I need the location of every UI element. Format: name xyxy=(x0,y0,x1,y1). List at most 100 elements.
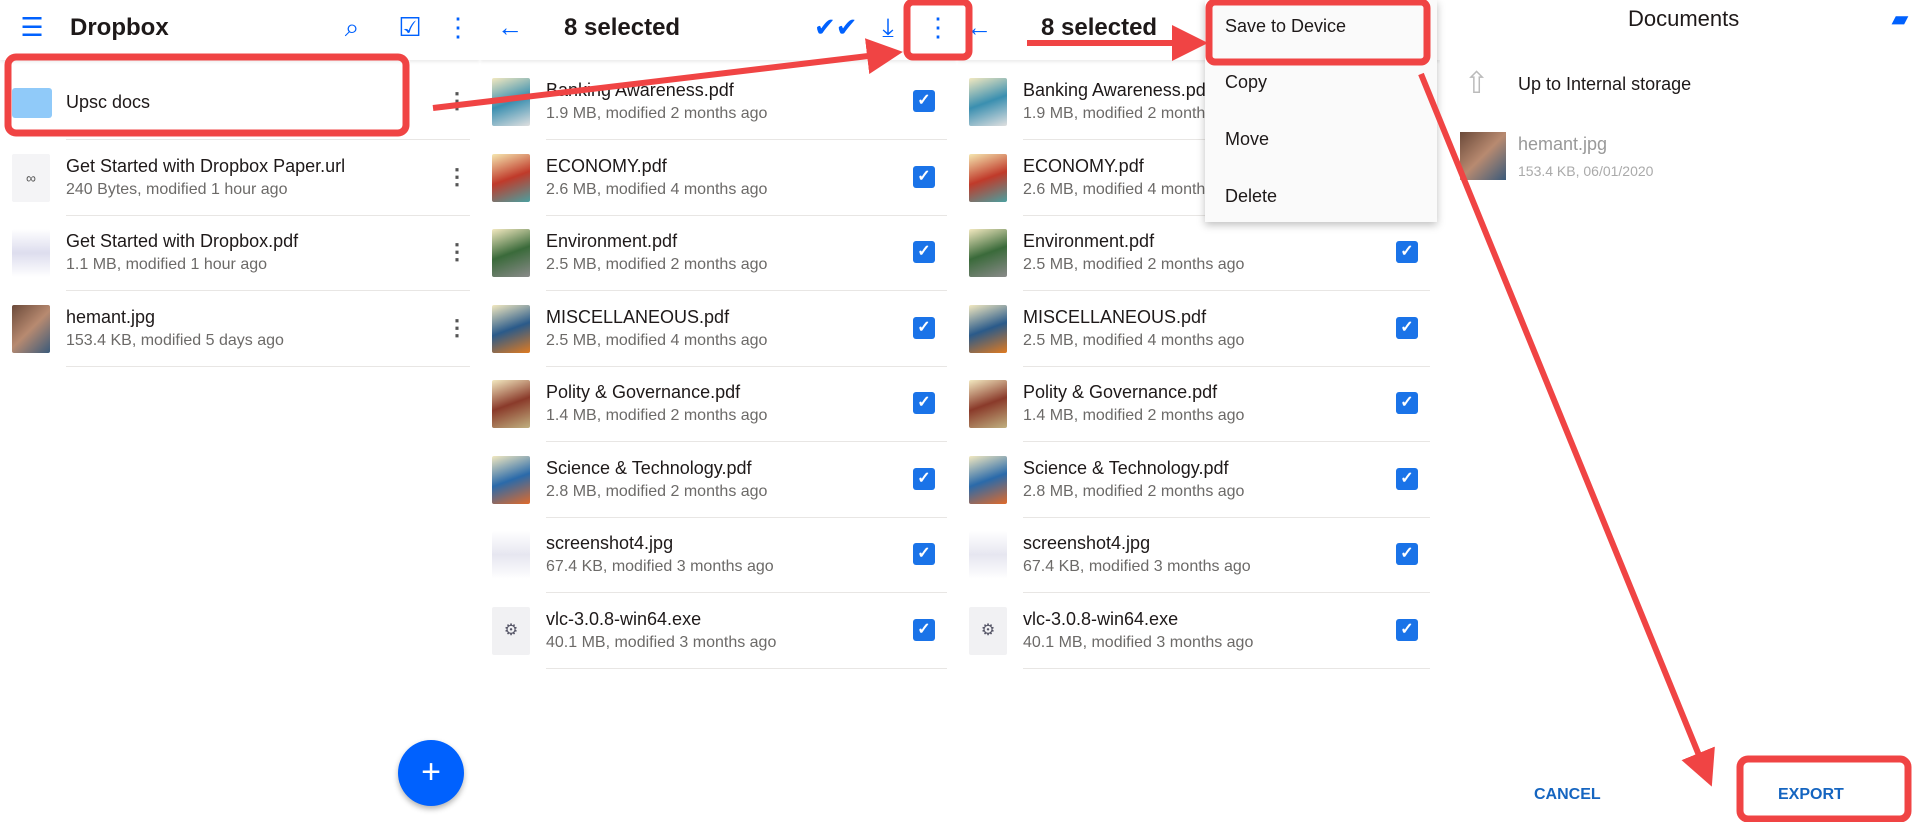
file-thumbnail xyxy=(492,78,530,126)
checkbox-checked[interactable]: ✓ xyxy=(913,543,935,565)
checkbox-checked[interactable]: ✓ xyxy=(1396,241,1418,263)
file-thumbnail xyxy=(969,531,1007,579)
back-icon[interactable]: ← xyxy=(494,12,526,42)
file-name: hemant.jpg xyxy=(1518,134,1608,154)
file-row[interactable]: screenshot4.jpg 67.4 KB, modified 3 mont… xyxy=(480,517,957,593)
file-row[interactable]: screenshot4.jpg 67.4 KB, modified 3 mont… xyxy=(957,517,1440,593)
file-meta: 2.5 MB, modified 2 months ago xyxy=(1023,256,1245,273)
image-icon xyxy=(12,304,50,353)
file-row[interactable]: MISCELLANEOUS.pdf 2.5 MB, modified 4 mon… xyxy=(957,291,1440,367)
item-name: Upsc docs xyxy=(66,92,151,112)
checkbox-checked[interactable]: ✓ xyxy=(1396,316,1418,339)
file-name: Banking Awareness.pdf xyxy=(1023,80,1211,100)
file-meta: 2.5 MB, modified 2 months ago xyxy=(546,256,768,273)
file-meta: 40.1 MB, modified 3 months ago xyxy=(546,633,777,651)
checkbox-checked[interactable]: ✓ xyxy=(913,392,935,414)
item-name: Get Started with Dropbox.pdf xyxy=(66,231,299,251)
checkbox-checked[interactable]: ✓ xyxy=(913,618,935,641)
search-icon[interactable]: ⌕ xyxy=(336,12,368,42)
folder-row[interactable]: Upsc docs ⋮ xyxy=(0,64,480,140)
item-name: Get Started with Dropbox Paper.url xyxy=(66,155,346,176)
item-meta: 153.4 KB, modified 5 days ago xyxy=(66,331,284,349)
more-icon[interactable]: ⋮ xyxy=(446,315,468,341)
file-thumbnail xyxy=(969,455,1007,504)
file-meta: 1.4 MB, modified 2 months ago xyxy=(1023,407,1245,424)
checkbox-checked[interactable]: ✓ xyxy=(913,241,935,263)
menu-item-copy[interactable]: Copy xyxy=(1225,72,1267,93)
file-row[interactable]: ⚙ vlc-3.0.8-win64.exe 40.1 MB, modified … xyxy=(480,593,957,669)
gear-icon: ⚙ xyxy=(980,621,996,639)
file-thumbnail xyxy=(969,304,1007,353)
back-icon[interactable]: ← xyxy=(963,12,995,42)
file-row[interactable]: Science & Technology.pdf 2.8 MB, modifie… xyxy=(480,442,957,518)
file-row[interactable]: Banking Awareness.pdf 1.9 MB, modified 2… xyxy=(480,64,957,140)
checkbox-checked[interactable]: ✓ xyxy=(913,467,935,490)
select-all-icon[interactable]: ✔✔ xyxy=(814,12,858,42)
menu-item-delete[interactable]: Delete xyxy=(1225,186,1277,207)
up-arrow-icon: ⇧ xyxy=(1464,67,1490,100)
item-meta: 1.1 MB, modified 1 hour ago xyxy=(66,256,268,273)
file-row[interactable]: Polity & Governance.pdf 1.4 MB, modified… xyxy=(957,366,1440,442)
add-fab[interactable]: + xyxy=(398,740,464,806)
file-row[interactable]: Environment.pdf 2.5 MB, modified 2 month… xyxy=(957,215,1440,291)
file-thumbnail xyxy=(1460,132,1506,180)
file-name: vlc-3.0.8-win64.exe xyxy=(1023,608,1179,629)
file-meta: 2.6 MB, modified 4 months ago xyxy=(546,180,768,198)
menu-item-save-to-device[interactable]: Save to Device xyxy=(1225,16,1346,37)
checkbox-checked[interactable]: ✓ xyxy=(913,90,935,112)
gear-icon: ⚙ xyxy=(503,621,519,639)
selection-count: 8 selected xyxy=(1041,14,1158,41)
file-row[interactable]: Polity & Governance.pdf 1.4 MB, modified… xyxy=(480,366,957,442)
checkbox-checked[interactable]: ✓ xyxy=(913,165,935,188)
file-name: Polity & Governance.pdf xyxy=(546,382,741,402)
more-icon[interactable]: ⋮ xyxy=(446,164,468,190)
selection-count: 8 selected xyxy=(564,14,681,41)
picker-file-item[interactable]: hemant.jpg 153.4 KB, 06/01/2020 xyxy=(1440,130,1920,190)
more-icon[interactable]: ⋮ xyxy=(442,12,474,42)
file-name: ECONOMY.pdf xyxy=(1023,155,1144,176)
file-row[interactable]: MISCELLANEOUS.pdf 2.5 MB, modified 4 mon… xyxy=(480,291,957,367)
more-icon[interactable]: ⋮ xyxy=(446,88,468,114)
picker-title: Documents xyxy=(1628,6,1740,31)
up-to-internal-storage[interactable]: ⇧ Up to Internal storage xyxy=(1440,62,1920,108)
file-row[interactable]: Environment.pdf 2.5 MB, modified 2 month… xyxy=(480,215,957,291)
file-row[interactable]: ECONOMY.pdf 2.6 MB, modified 4 months ag… xyxy=(480,140,957,216)
menu-item-move[interactable]: Move xyxy=(1225,129,1269,150)
checkbox-checked[interactable]: ✓ xyxy=(1396,543,1418,565)
file-meta: 1.4 MB, modified 2 months ago xyxy=(546,407,768,424)
file-row[interactable]: ∞ Get Started with Dropbox Paper.url 240… xyxy=(0,140,480,216)
file-thumbnail xyxy=(492,153,530,202)
app-bar: ☰ Dropbox ⌕ ☑ ⋮ xyxy=(0,0,480,60)
divider xyxy=(546,667,947,669)
menu-icon[interactable]: ☰ xyxy=(16,12,48,42)
file-meta: 2.8 MB, modified 2 months ago xyxy=(1023,482,1245,500)
file-row[interactable]: Science & Technology.pdf 2.8 MB, modifie… xyxy=(957,442,1440,518)
export-button[interactable]: EXPORT xyxy=(1778,786,1844,804)
new-folder-icon[interactable]: ▰ xyxy=(1884,4,1916,34)
file-row[interactable]: Get Started with Dropbox.pdf 1.1 MB, mod… xyxy=(0,215,480,291)
file-thumbnail xyxy=(492,380,530,428)
file-row[interactable]: hemant.jpg 153.4 KB, modified 5 days ago… xyxy=(0,291,480,367)
file-row[interactable]: ⚙ vlc-3.0.8-win64.exe 40.1 MB, modified … xyxy=(957,593,1440,669)
item-name: hemant.jpg xyxy=(66,306,156,327)
more-icon[interactable]: ⋮ xyxy=(446,239,468,265)
file-meta: 67.4 KB, modified 3 months ago xyxy=(1023,558,1251,575)
cancel-button[interactable]: CANCEL xyxy=(1534,786,1601,804)
pdf-icon xyxy=(12,229,50,277)
checkbox-checked[interactable]: ✓ xyxy=(1396,618,1418,641)
file-thumbnail xyxy=(492,455,530,504)
file-name: screenshot4.jpg xyxy=(1023,533,1151,553)
checkbox-checked[interactable]: ✓ xyxy=(913,316,935,339)
file-name: MISCELLANEOUS.pdf xyxy=(546,306,730,327)
checkbox-checked[interactable]: ✓ xyxy=(1396,392,1418,414)
file-meta: 153.4 KB, 06/01/2020 xyxy=(1518,163,1654,179)
more-icon[interactable]: ⋮ xyxy=(922,12,954,42)
item-meta: 240 Bytes, modified 1 hour ago xyxy=(66,180,288,198)
checkbox-checked[interactable]: ✓ xyxy=(1396,467,1418,490)
file-thumbnail xyxy=(492,531,530,579)
file-meta: 2.8 MB, modified 2 months ago xyxy=(546,482,768,500)
download-icon[interactable]: ⤓ xyxy=(872,12,904,42)
select-icon[interactable]: ☑ xyxy=(394,12,426,42)
file-meta: 1.9 MB, modified 2 months ago xyxy=(546,105,768,122)
file-name: Polity & Governance.pdf xyxy=(1023,382,1218,402)
